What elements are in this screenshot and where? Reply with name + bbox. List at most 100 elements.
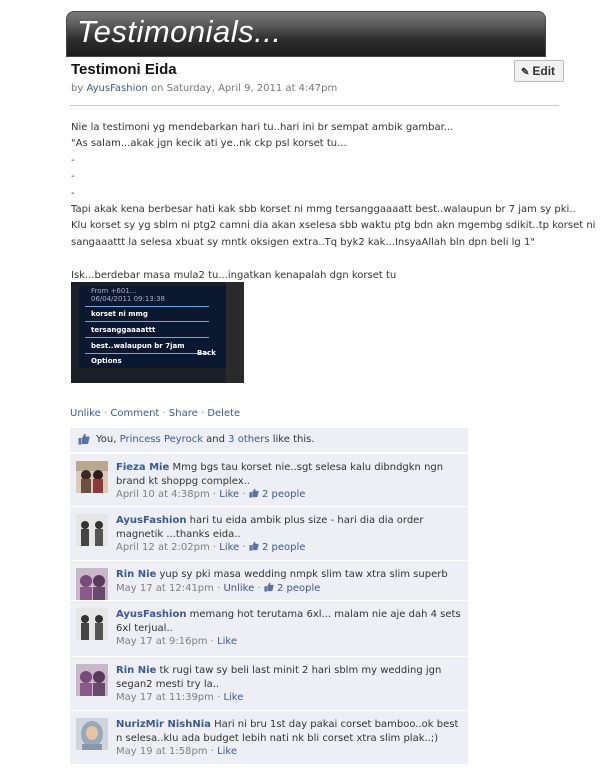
phone-edge bbox=[226, 282, 244, 383]
commenter-name[interactable]: AyusFashion bbox=[116, 609, 186, 620]
options-softkey: Options bbox=[91, 357, 122, 365]
avatar-image bbox=[76, 568, 108, 600]
comment-body: Rin Nie tk rugi taw sy beli last minit 2… bbox=[116, 664, 462, 705]
comment-item: AyusFashion memang hot terutama 6xl... m… bbox=[70, 600, 468, 656]
body-line: sangaaattt la selesa xbuat sy mntk oksig… bbox=[71, 236, 535, 248]
likes-suffix: like this. bbox=[269, 434, 315, 445]
avatar-image bbox=[76, 608, 108, 640]
thumbs-up-icon bbox=[264, 582, 274, 592]
sms-from: From +601... bbox=[91, 287, 137, 295]
sms-line: best..walaupun br 7jam bbox=[91, 342, 185, 350]
comment-body: NurizMir NishNia Hari ni bru 1st day pak… bbox=[116, 718, 462, 759]
sms-line: tersanggaaaattt bbox=[91, 326, 156, 334]
thumbs-up-icon bbox=[78, 433, 90, 445]
back-softkey: Back bbox=[197, 349, 216, 357]
screen-line bbox=[85, 321, 209, 322]
comment-item: Fieza Mie Mmg bgs tau korset nie..sgt se… bbox=[70, 453, 468, 506]
comment-meta: April 12 at 2:02pm · Like · 2 people bbox=[116, 541, 306, 553]
testimonials-banner: Testimonials... bbox=[66, 11, 546, 57]
body-line: - bbox=[71, 187, 75, 199]
byline-prefix: by bbox=[71, 83, 87, 94]
comment-item: AyusFashion hari tu eida ambik plus size… bbox=[70, 506, 468, 560]
commenter-name[interactable]: Rin Nie bbox=[116, 665, 156, 676]
post-title: Testimoni Eida bbox=[71, 61, 177, 78]
comment-likes-link[interactable]: 2 people bbox=[277, 583, 320, 594]
like-link[interactable]: Like bbox=[219, 542, 239, 553]
separator: · bbox=[159, 408, 169, 419]
comment-likes-link[interactable]: 2 people bbox=[262, 489, 305, 500]
avatar-image bbox=[76, 461, 108, 493]
avatar-image bbox=[76, 718, 108, 750]
separator: · bbox=[197, 408, 208, 419]
comment-meta: May 17 at 12:41pm · Unlike · 2 people bbox=[116, 582, 321, 594]
post-actions: Unlike · Comment · Share · Delete bbox=[70, 408, 240, 419]
byline-date: on Saturday, April 9, 2011 at 4:47pm bbox=[147, 83, 338, 94]
comment-body: AyusFashion memang hot terutama 6xl... m… bbox=[116, 608, 462, 649]
comment-time: April 12 at 2:02pm bbox=[116, 542, 210, 553]
phone-display: From +601... 06/04/2011 09:13:38 korset … bbox=[79, 286, 229, 368]
comment-likes-link[interactable]: 2 people bbox=[262, 542, 305, 553]
comment-link[interactable]: Comment bbox=[110, 408, 159, 419]
comment-time: May 17 at 12:41pm bbox=[116, 582, 214, 594]
body-line: Tapi akak kena berbesar hati kak sbb kor… bbox=[71, 203, 576, 215]
avatar[interactable] bbox=[76, 664, 108, 696]
comment-time: May 17 at 11:39pm bbox=[116, 692, 214, 703]
comment-item: Rin Nie tk rugi taw sy beli last minit 2… bbox=[70, 656, 468, 710]
others-link[interactable]: 3 others bbox=[228, 434, 269, 445]
separator: · bbox=[100, 408, 111, 419]
likes-summary: You, Princess Peyrock and 3 others like … bbox=[70, 428, 468, 452]
comment-text: yup sy pki masa wedding nmpk slim taw xt… bbox=[159, 569, 448, 580]
comment-body: Fieza Mie Mmg bgs tau korset nie..sgt se… bbox=[116, 461, 462, 502]
like-link[interactable]: Like bbox=[223, 692, 243, 703]
comment-body: Rin Nie yup sy pki masa wedding nmpk sli… bbox=[116, 568, 462, 595]
avatar[interactable] bbox=[76, 461, 108, 493]
avatar[interactable] bbox=[76, 514, 108, 546]
commenter-name[interactable]: Rin Nie bbox=[116, 569, 156, 580]
edit-button[interactable]: ✎ Edit bbox=[514, 60, 564, 82]
like-link[interactable]: Like bbox=[217, 746, 237, 757]
unlike-link[interactable]: Unlike bbox=[70, 408, 101, 419]
share-link[interactable]: Share bbox=[169, 408, 198, 419]
phone-screen-photo[interactable]: From +601... 06/04/2011 09:13:38 korset … bbox=[71, 282, 244, 383]
avatar[interactable] bbox=[76, 718, 108, 750]
screen-line bbox=[85, 353, 209, 354]
edit-label: Edit bbox=[532, 64, 556, 78]
body-line: "As salam...akak jgn kecik ati ye..nk ck… bbox=[71, 138, 347, 150]
author-link[interactable]: AyusFashion bbox=[86, 83, 147, 94]
screen-line bbox=[85, 337, 209, 338]
likes-and: and bbox=[202, 434, 229, 445]
comment-body: AyusFashion hari tu eida ambik plus size… bbox=[116, 514, 462, 555]
pencil-icon: ✎ bbox=[521, 67, 530, 78]
commenter-name[interactable]: NurizMir NishNia bbox=[116, 719, 211, 730]
liker-link[interactable]: Princess Peyrock bbox=[120, 434, 203, 445]
post-body: Nie la testimoni yg mendebarkan hari tu.… bbox=[71, 120, 596, 284]
like-link[interactable]: Like bbox=[217, 636, 237, 647]
body-line: - bbox=[71, 154, 75, 166]
comment-item: NurizMir NishNia Hari ni bru 1st day pak… bbox=[70, 710, 468, 764]
comment-meta: May 19 at 1:58pm · Like bbox=[116, 746, 238, 757]
body-line: Klu korset sy yg sblm ni ptg2 camni dia … bbox=[71, 220, 596, 232]
thumbs-up-icon bbox=[249, 541, 259, 551]
banner-title: Testimonials... bbox=[77, 14, 282, 49]
divider bbox=[70, 105, 559, 106]
delete-link[interactable]: Delete bbox=[207, 408, 240, 419]
sms-date: 06/04/2011 09:13:38 bbox=[91, 295, 166, 303]
comment-meta: May 17 at 9:16pm · Like bbox=[116, 636, 238, 647]
like-link[interactable]: Like bbox=[219, 489, 239, 500]
post-byline: by AyusFashion on Saturday, April 9, 201… bbox=[71, 83, 337, 94]
unlike-link[interactable]: Unlike bbox=[223, 583, 254, 594]
comment-meta: April 10 at 4:38pm · Like · 2 people bbox=[116, 488, 306, 500]
comment-time: May 17 at 9:16pm bbox=[116, 636, 208, 647]
commenter-name[interactable]: Fieza Mie bbox=[116, 462, 169, 473]
body-line: Nie la testimoni yg mendebarkan hari tu.… bbox=[71, 122, 454, 133]
thumbs-up-icon bbox=[249, 488, 259, 498]
avatar-image bbox=[76, 664, 108, 696]
comment-meta: May 17 at 11:39pm · Like bbox=[116, 692, 244, 703]
comment-text: tk rugi taw sy beli last minit 2 hari sb… bbox=[116, 665, 442, 690]
body-line: - bbox=[71, 171, 75, 183]
comment-time: April 10 at 4:38pm bbox=[116, 489, 210, 500]
likes-you: You bbox=[96, 434, 114, 445]
commenter-name[interactable]: AyusFashion bbox=[116, 515, 186, 526]
avatar[interactable] bbox=[76, 608, 108, 640]
avatar[interactable] bbox=[76, 568, 108, 600]
